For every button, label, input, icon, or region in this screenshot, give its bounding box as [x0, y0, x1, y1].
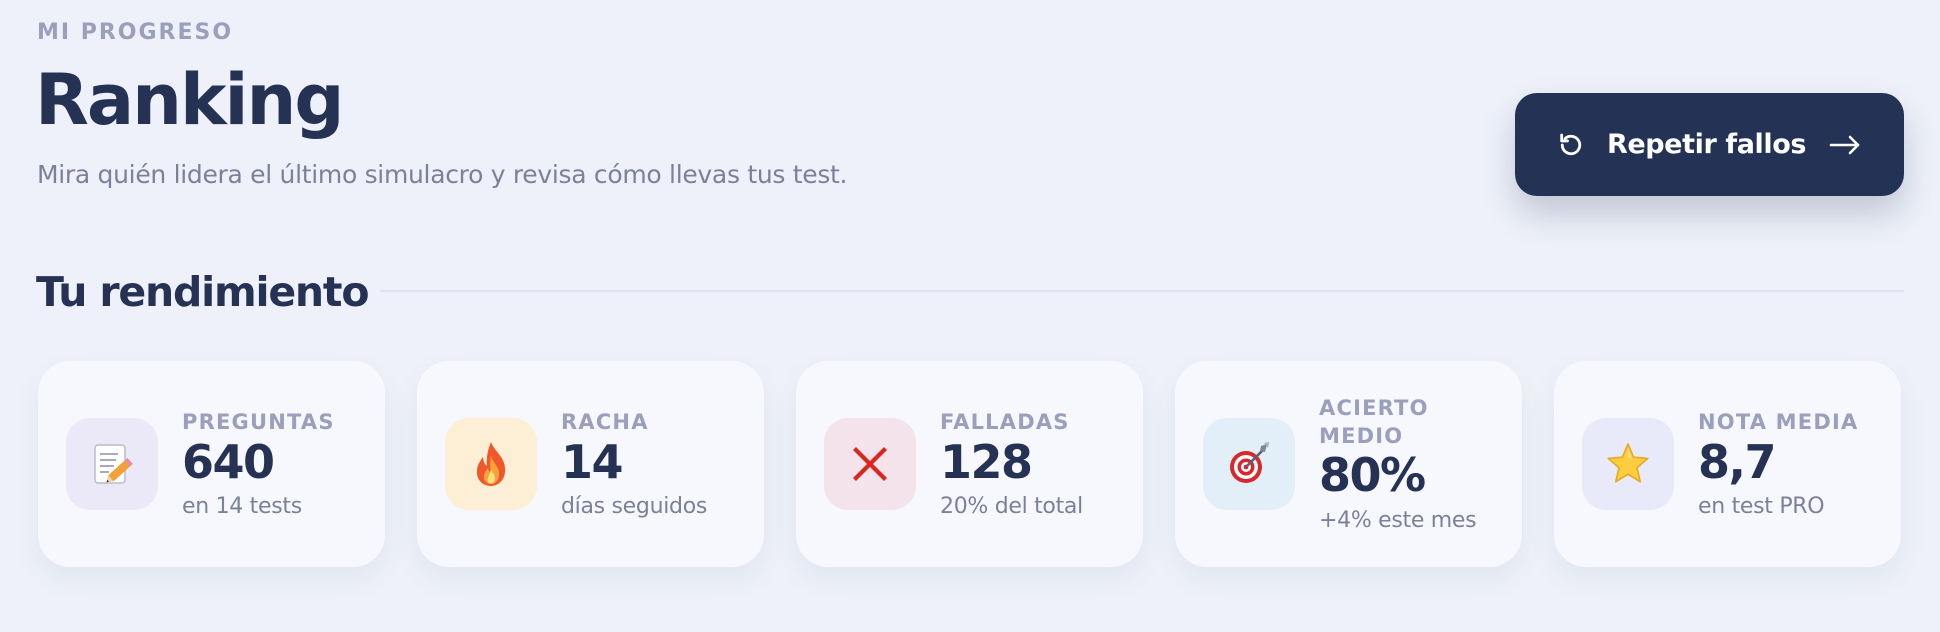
stat-card-acierto-medio: ACIERTO MEDIO 80% +4% este mes: [1175, 361, 1522, 567]
stat-value: 14: [561, 434, 624, 489]
page-eyebrow: MI PROGRESO: [37, 20, 234, 45]
page-title: Ranking: [35, 59, 344, 141]
section-title: Tu rendimiento: [36, 268, 369, 316]
stat-label: NOTA MEDIA: [1698, 409, 1859, 434]
section-divider: [380, 290, 1904, 292]
stat-subtext: días seguidos: [561, 494, 708, 520]
stat-card-preguntas: PREGUNTAS 640 en 14 tests: [38, 361, 385, 567]
stat-card-nota-media: NOTA MEDIA 8,7 en test PRO: [1554, 361, 1901, 567]
cross-mark-icon: [824, 418, 916, 510]
stat-value: 128: [940, 434, 1033, 489]
stat-subtext: 20% del total: [940, 494, 1083, 520]
stat-subtext: en test PRO: [1698, 494, 1825, 520]
stat-label: RACHA: [561, 409, 649, 434]
stat-card-racha: RACHA 14 días seguidos: [417, 361, 764, 567]
stat-label: ACIERTO MEDIO: [1319, 396, 1429, 448]
stat-value: 8,7: [1698, 434, 1777, 489]
repeat-mistakes-label: Repetir fallos: [1606, 129, 1807, 160]
stat-subtext: en 14 tests: [182, 494, 302, 520]
fire-icon: [445, 418, 537, 510]
refresh-icon: [1557, 131, 1585, 159]
arrow-right-icon: [1828, 133, 1862, 157]
stat-value: 640: [182, 434, 275, 489]
stat-label: FALLADAS: [940, 409, 1070, 434]
page-subtitle: Mira quién lidera el último simulacro y …: [37, 160, 848, 189]
stat-value: 80%: [1319, 448, 1426, 503]
stat-card-falladas: FALLADAS 128 20% del total: [796, 361, 1143, 567]
repeat-mistakes-button[interactable]: Repetir fallos: [1515, 93, 1904, 196]
notepad-pencil-icon: [66, 418, 158, 510]
star-icon: [1582, 418, 1674, 510]
stat-subtext: +4% este mes: [1319, 507, 1477, 533]
stat-label: PREGUNTAS: [182, 409, 335, 434]
target-dart-icon: [1203, 418, 1295, 510]
